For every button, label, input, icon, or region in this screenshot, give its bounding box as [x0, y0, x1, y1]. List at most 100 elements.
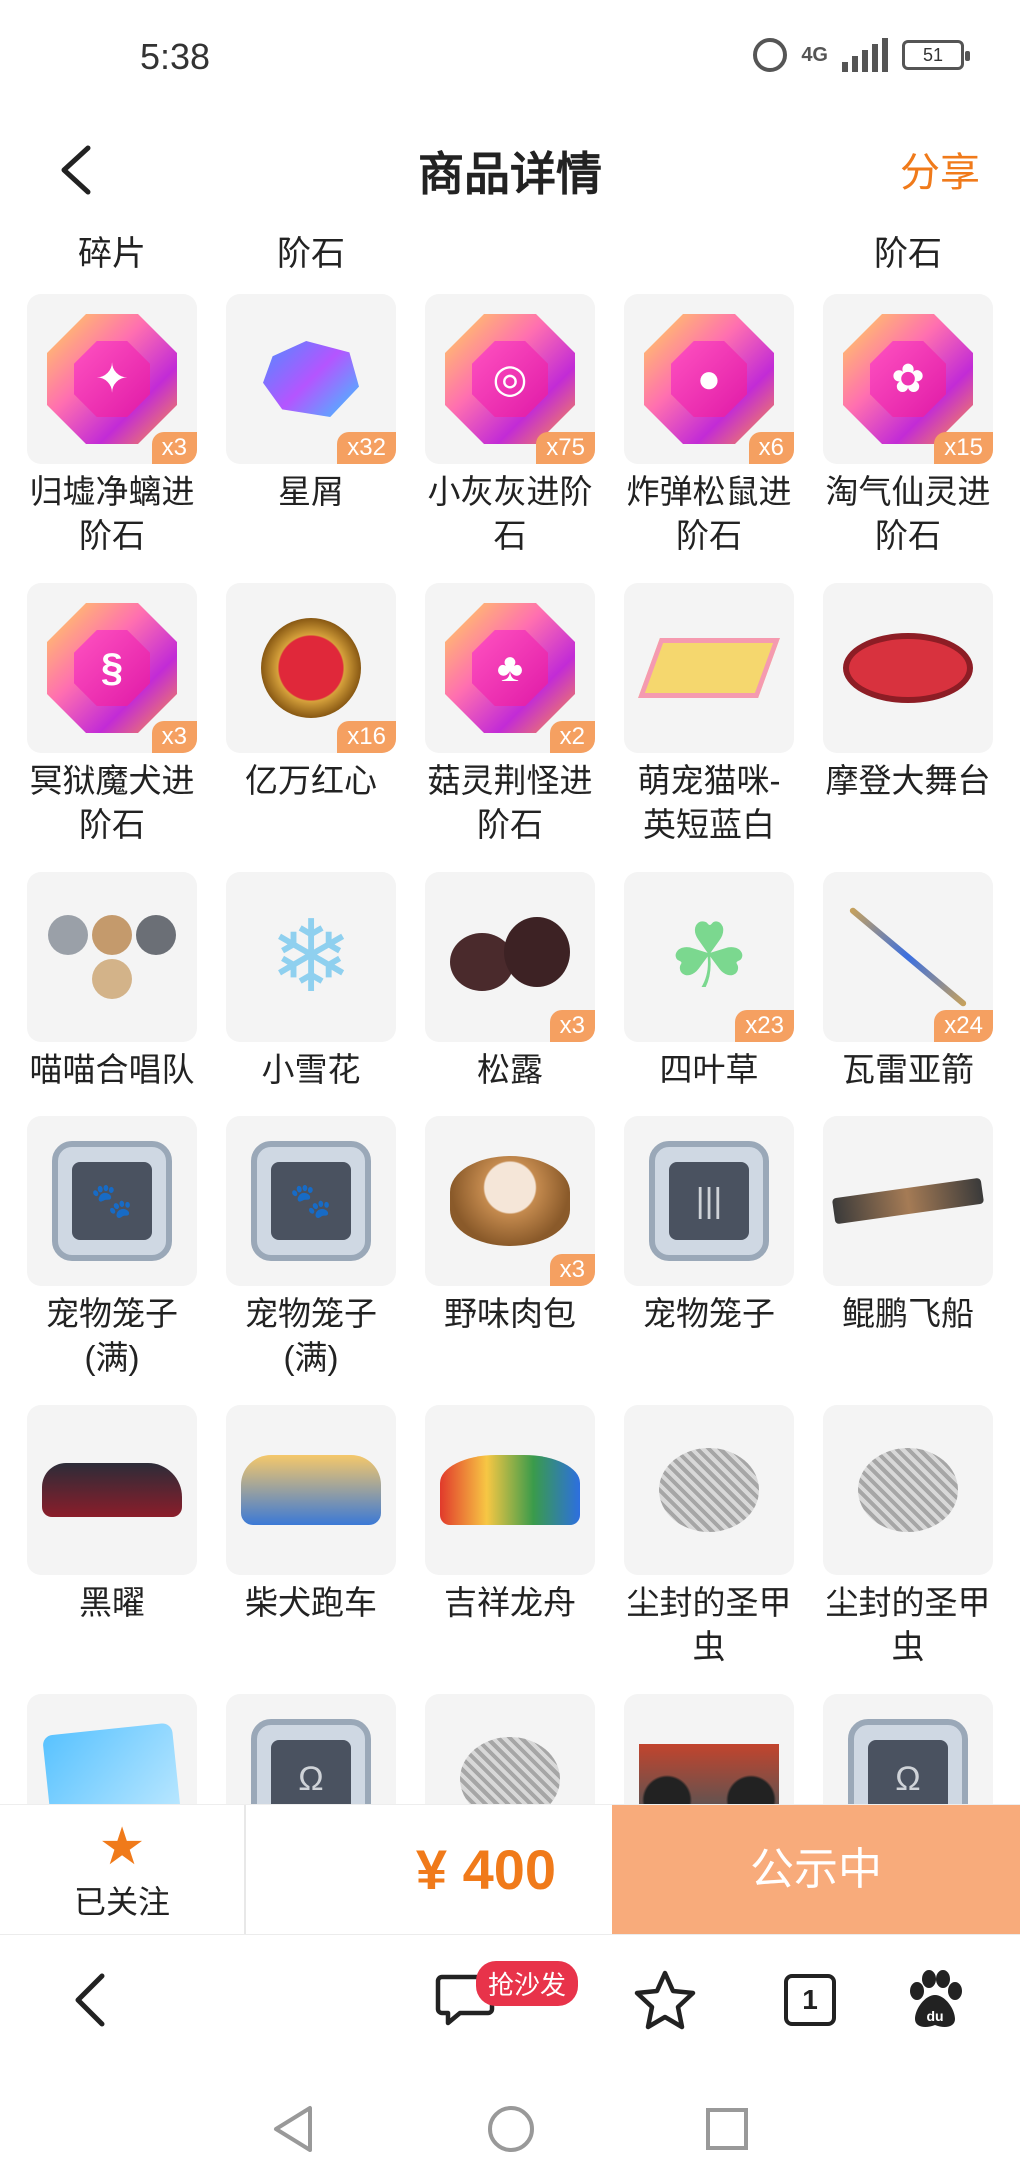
purchase-bar: ★ 已关注 ¥ 400 公示中: [0, 1804, 1020, 1935]
item-count-badge: x75: [536, 432, 595, 464]
item-card[interactable]: ● x6 炸弹松鼠进阶石: [624, 294, 794, 558]
item-thumbnail: [425, 1405, 595, 1575]
beetle-icon: [858, 1448, 958, 1532]
item-card[interactable]: ♣ x2 菇灵荆怪进阶石: [425, 583, 595, 847]
item-count-badge: x23: [735, 1010, 794, 1042]
item-name: 柴犬跑车: [245, 1584, 377, 1621]
gem-icon: ♣: [445, 603, 575, 733]
car-icon: [42, 1463, 182, 1517]
item-card[interactable]: Ω: [226, 1694, 396, 1804]
item-card[interactable]: 🐾 宠物笼子(满): [226, 1116, 396, 1380]
item-card[interactable]: [27, 1694, 197, 1804]
item-card[interactable]: Ω: [823, 1694, 993, 1804]
stage-icon: [843, 633, 973, 703]
item-thumbnail: ● x6: [624, 294, 794, 464]
partial-item-labels: 碎片 阶石 阶石: [0, 226, 1020, 276]
status-bar: 5:38 4G 51: [0, 0, 1020, 110]
follow-label: 已关注: [73, 1884, 170, 1920]
item-card[interactable]: ✿ x15 淘气仙灵进阶石: [823, 294, 993, 558]
item-card[interactable]: x3 野味肉包: [425, 1116, 595, 1336]
item-name: 小灰灰进阶石: [427, 473, 593, 554]
nav-recents-icon[interactable]: [704, 2106, 750, 2152]
item-card[interactable]: ◎ x75 小灰灰进阶石: [425, 294, 595, 558]
item-card[interactable]: 黑曜: [27, 1405, 197, 1625]
item-thumbnail: [27, 872, 197, 1042]
follow-button[interactable]: ★ 已关注: [0, 1805, 244, 1935]
star-filled-icon: ★: [98, 1818, 146, 1876]
item-name: 炸弹松鼠进阶石: [626, 473, 792, 554]
item-card[interactable]: 萌宠猫咪-英短蓝白: [624, 583, 794, 847]
item-thumbnail: [823, 1116, 993, 1286]
item-count-badge: x2: [549, 721, 595, 753]
item-name: 喵喵合唱队: [29, 1051, 195, 1088]
item-card[interactable]: 柴犬跑车: [226, 1405, 396, 1625]
item-thumbnail: [27, 1405, 197, 1575]
partial-item-label: 阶石: [277, 235, 345, 273]
item-thumbnail: § x3: [27, 583, 197, 753]
item-thumbnail: ☘ x23: [624, 872, 794, 1042]
item-card[interactable]: [425, 1694, 595, 1804]
nav-home-icon[interactable]: [486, 2104, 536, 2154]
item-card[interactable]: ✦ x3 归墟净螭进阶石: [27, 294, 197, 558]
airship-icon: [831, 1177, 985, 1225]
price: ¥ 400: [415, 1838, 556, 1901]
browser-toolbar: 抢沙发 1 du: [0, 1934, 1020, 2074]
item-card[interactable]: ☘ x23 四叶草: [624, 872, 794, 1092]
item-count-badge: x6: [748, 432, 794, 464]
pet-cage-icon: Ω: [251, 1719, 371, 1804]
item-count-badge: x16: [337, 721, 396, 753]
browser-back-button[interactable]: [60, 1965, 120, 2035]
tabs-button[interactable]: 1: [775, 1965, 845, 2035]
item-thumbnail: ♣ x2: [425, 583, 595, 753]
status-button[interactable]: 公示中: [612, 1805, 1020, 1935]
item-count-badge: x32: [337, 432, 396, 464]
item-card[interactable]: x3 松露: [425, 872, 595, 1092]
item-name: 松露: [477, 1051, 543, 1088]
item-card[interactable]: 吉祥龙舟: [425, 1405, 595, 1625]
item-card[interactable]: 尘封的圣甲虫: [823, 1405, 993, 1669]
item-name: 黑曜: [79, 1584, 145, 1621]
dog-car-icon: [241, 1455, 381, 1525]
beetle-icon: [460, 1737, 560, 1804]
item-name: 宠物笼子: [643, 1295, 775, 1332]
favorite-button[interactable]: [630, 1965, 700, 2035]
item-card[interactable]: § x3 冥狱魔犬进阶石: [27, 583, 197, 847]
item-thumbnail: 🐾: [27, 1116, 197, 1286]
item-card[interactable]: ❄ 小雪花: [226, 872, 396, 1092]
item-thumbnail: [624, 1694, 794, 1804]
gem-icon: ◎: [445, 314, 575, 444]
item-card[interactable]: 🐾 宠物笼子(满): [27, 1116, 197, 1380]
item-thumbnail: Ω: [823, 1694, 993, 1804]
pet-cage-icon: |||: [649, 1141, 769, 1261]
item-name: 瓦雷亚箭: [842, 1051, 974, 1088]
system-nav-bar: [0, 2074, 1020, 2182]
item-card[interactable]: x24 瓦雷亚箭: [823, 872, 993, 1092]
item-count-badge: x3: [549, 1254, 595, 1286]
item-card[interactable]: 鲲鹏飞船: [823, 1116, 993, 1336]
item-card[interactable]: 摩登大舞台: [823, 583, 993, 803]
item-name: 归墟净螭进阶石: [29, 473, 195, 554]
beetle-icon: [659, 1448, 759, 1532]
arrow-icon: [848, 906, 968, 1008]
nav-back-icon[interactable]: [270, 2104, 316, 2154]
status-time: 5:38: [140, 36, 211, 77]
item-card[interactable]: ||| 宠物笼子: [624, 1116, 794, 1336]
item-name: 摩登大舞台: [825, 762, 991, 799]
truffle-icon: [450, 917, 570, 997]
item-card[interactable]: x32 星屑: [226, 294, 396, 514]
heart-icon: [261, 618, 361, 718]
item-name: 尘封的圣甲虫: [626, 1584, 792, 1665]
share-button[interactable]: 分享: [900, 140, 980, 198]
chevron-left-icon: [75, 1973, 105, 2027]
item-card[interactable]: 尘封的圣甲虫: [624, 1405, 794, 1669]
item-grid: ✦ x3 归墟净螭进阶石 x32 星屑 ◎ x75 小灰灰进阶石 ● x6 炸弹松鼠进阶石 ✿ x15 淘…: [27, 294, 1007, 1804]
item-thumbnail: x3: [425, 872, 595, 1042]
item-card[interactable]: x16 亿万红心: [226, 583, 396, 803]
item-count-badge: x3: [151, 721, 197, 753]
item-card[interactable]: 喵喵合唱队: [27, 872, 197, 1092]
item-count-badge: x3: [549, 1010, 595, 1042]
clover-icon: ☘: [668, 907, 750, 1007]
item-card[interactable]: [624, 1694, 794, 1804]
baidu-button[interactable]: du: [900, 1965, 970, 2035]
item-name: 四叶草: [659, 1051, 759, 1088]
